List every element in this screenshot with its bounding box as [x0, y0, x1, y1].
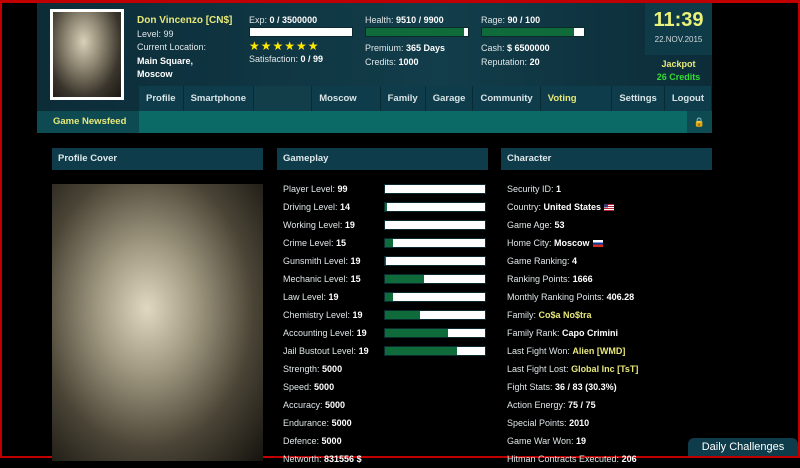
game-newsfeed-tab[interactable]: Game Newsfeed — [37, 111, 139, 133]
rage-bar — [481, 27, 585, 37]
nav-garage[interactable]: Garage — [425, 86, 474, 111]
health-bar — [365, 27, 469, 37]
level-bar — [384, 346, 486, 356]
level-bar — [384, 292, 486, 302]
panel-title: Profile Cover — [52, 148, 263, 170]
nav-hidden[interactable] — [254, 86, 313, 111]
character-row: Security ID: 1 — [507, 184, 562, 194]
level-bar — [384, 202, 486, 212]
exp-block: Exp: 0 / 3500000 ★★★★★★ Satisfaction: 0 … — [249, 15, 353, 64]
health-block: Health: 9510 / 9900 Premium: 365 Days Cr… — [365, 15, 469, 67]
newsfeed-bar: Game Newsfeed 🔒 — [37, 111, 712, 133]
clock-time: 11:39 — [653, 9, 704, 31]
character-row: Game Age: 53 — [507, 220, 565, 230]
character-row: Last Fight Won: Alien [WMD] — [507, 346, 626, 356]
level-bar — [384, 184, 486, 194]
level-row: Mechanic Level: 15 — [283, 270, 488, 288]
newsfeed-ticker — [139, 111, 687, 133]
character-row: Ranking Points: 1666 — [507, 274, 593, 284]
nav-moscow-city[interactable]: Moscow City — [312, 86, 381, 129]
attribute-row: Defence: 5000 — [283, 436, 342, 446]
level-row: Accounting Level: 19 — [283, 324, 488, 342]
character-row: Country: United States — [507, 198, 712, 216]
level-bar — [384, 310, 486, 320]
level-row: Player Level: 99 — [283, 180, 488, 198]
level-row: Chemistry Level: 19 — [283, 306, 488, 324]
avatar[interactable] — [50, 9, 124, 100]
attribute-row: Accuracy: 5000 — [283, 400, 346, 410]
panel-title: Gameplay — [277, 148, 488, 170]
clock-date: 22.NOV.2015 — [654, 35, 703, 44]
character-row: Last Fight Lost: Global Inc [TsT] — [507, 364, 639, 374]
jackpot[interactable]: Jackpot 26 Credits — [645, 58, 712, 84]
level-bar — [384, 238, 486, 248]
level-row: Law Level: 19 — [283, 288, 488, 306]
level-row: Driving Level: 14 — [283, 198, 488, 216]
character-row: Home City: Moscow — [507, 234, 712, 252]
profile-cover-panel: Profile Cover — [52, 148, 263, 170]
attribute-row: Strength: 5000 — [283, 364, 343, 374]
level-row: Crime Level: 15 — [283, 234, 488, 252]
nav-community[interactable]: Community — [473, 86, 541, 111]
flag-us-icon — [604, 203, 615, 211]
character-row: Action Energy: 75 / 75 — [507, 400, 596, 410]
panel-title: Character — [501, 148, 712, 170]
player-name[interactable]: Don Vincenzo [CN$] — [137, 14, 232, 28]
nav-family[interactable]: Family — [380, 86, 426, 111]
character-row: Monthly Ranking Points: 406.28 — [507, 292, 635, 302]
nav-settings[interactable]: Settings — [612, 86, 665, 111]
level-bar — [384, 274, 486, 284]
nav-voting-center[interactable]: Voting Center — [540, 86, 613, 129]
daily-challenges-button[interactable]: Daily Challenges — [688, 438, 798, 456]
nav-logout[interactable]: Logout — [664, 86, 713, 111]
lock-icon[interactable]: 🔒 — [687, 111, 712, 133]
main-nav: ProfileSmartphone Moscow CityFamilyGarage… — [139, 86, 713, 129]
exp-bar — [249, 27, 353, 37]
character-row: Game War Won: 19 — [507, 436, 587, 446]
character-row: Game Ranking: 4 — [507, 256, 578, 266]
flag-ru-icon — [592, 239, 603, 247]
character-row: Family: Co$a No$tra — [507, 310, 592, 320]
character-panel: Character Security ID: 1 Country: United … — [501, 148, 712, 468]
level-value: 99 — [163, 28, 174, 39]
profile-cover-image — [52, 184, 263, 461]
rating-stars: ★★★★★★ — [249, 39, 320, 53]
nav-smartphone[interactable]: Smartphone — [183, 86, 254, 111]
level-row: Jail Bustout Level: 19 — [283, 342, 488, 360]
player-info: Don Vincenzo [CN$] Level: 99 Current Loc… — [137, 14, 233, 79]
attribute-row: Speed: 5000 — [283, 382, 335, 392]
character-row: Special Points: 2010 — [507, 418, 590, 428]
header: Don Vincenzo [CN$] Level: 99 Current Loc… — [37, 3, 713, 129]
gameplay-panel: Gameplay Player Level: 99 Driving Level: … — [277, 148, 488, 468]
rage-block: Rage: 90 / 100 Cash: $ 6500000 Reputatio… — [481, 15, 585, 67]
attribute-row: Networth: 831556 $ — [283, 454, 362, 464]
level-row: Working Level: 19 — [283, 216, 488, 234]
nav-profile[interactable]: Profile — [139, 86, 184, 111]
level-bar — [384, 328, 486, 338]
character-row: Family Rank: Capo Crimini — [507, 328, 619, 338]
clock: 11:39 22.NOV.2015 — [645, 3, 712, 55]
level-bar — [384, 256, 486, 266]
attribute-row: Endurance: 5000 — [283, 418, 352, 428]
character-row: Fight Stats: 36 / 83 (30.3%) — [507, 382, 617, 392]
level-row: Gunsmith Level: 19 — [283, 252, 488, 270]
level-bar — [384, 220, 486, 230]
character-row: Hitman Contracts Executed: 206 — [507, 454, 637, 464]
